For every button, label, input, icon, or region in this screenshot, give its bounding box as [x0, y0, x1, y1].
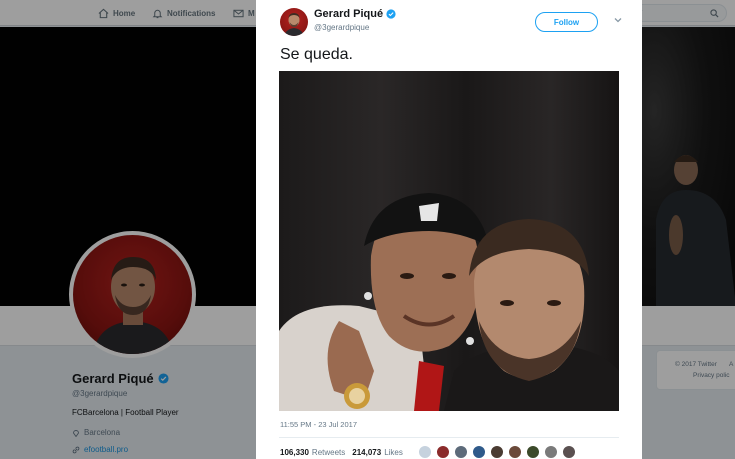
- tweet-photo[interactable]: [279, 71, 619, 411]
- chevron-down-icon[interactable]: [612, 14, 624, 26]
- liker-avatar[interactable]: [418, 445, 432, 459]
- likes-count: 214,073: [352, 448, 382, 457]
- tweet-author-handle[interactable]: @3gerardpique: [314, 23, 369, 32]
- likes-stat[interactable]: 214,073 Likes: [352, 448, 403, 457]
- liker-avatar[interactable]: [472, 445, 486, 459]
- divider: [279, 437, 619, 438]
- tweet-stats: 106,330 Retweets 214,073 Likes: [280, 448, 403, 457]
- verified-badge-icon: [386, 9, 396, 19]
- liker-avatar[interactable]: [508, 445, 522, 459]
- tweet-author-name[interactable]: Gerard Piqué: [314, 8, 396, 20]
- liker-avatar[interactable]: [490, 445, 504, 459]
- likes-label: Likes: [384, 448, 403, 457]
- retweets-count: 106,330: [280, 448, 309, 457]
- tweet-timestamp[interactable]: 11:55 PM - 23 Jul 2017: [280, 420, 357, 429]
- retweets-label: Retweets: [311, 448, 346, 457]
- retweets-stat[interactable]: 106,330 Retweets: [280, 448, 345, 457]
- liker-avatar[interactable]: [526, 445, 540, 459]
- likers-avatars: [418, 445, 580, 459]
- liker-avatar[interactable]: [544, 445, 558, 459]
- liker-avatar[interactable]: [562, 445, 576, 459]
- tweet-author-avatar[interactable]: [280, 8, 308, 36]
- tweet-modal: Gerard Piqué @3gerardpique Follow Se que…: [256, 0, 642, 459]
- tweet-author-name-text[interactable]: Gerard Piqué: [314, 8, 383, 20]
- liker-avatar[interactable]: [436, 445, 450, 459]
- tweet-text: Se queda.: [280, 46, 353, 63]
- liker-avatar[interactable]: [454, 445, 468, 459]
- follow-button[interactable]: Follow: [535, 12, 598, 32]
